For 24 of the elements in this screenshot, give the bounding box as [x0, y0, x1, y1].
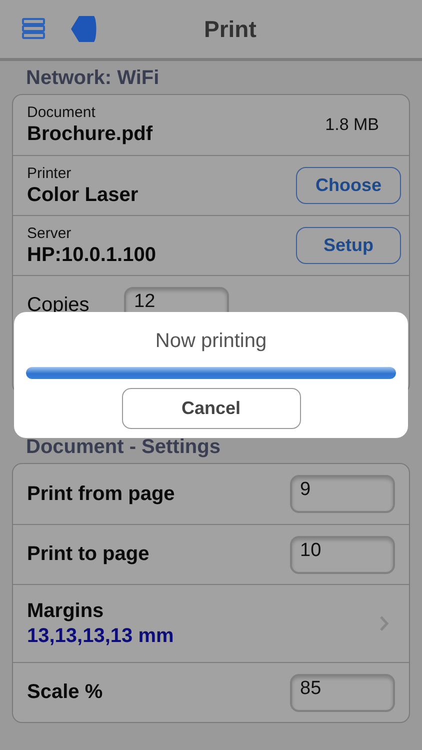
row-value: Brochure.pdf	[27, 123, 154, 146]
back-icon[interactable]	[70, 15, 98, 43]
row-value: 13,13,13,13 mm	[27, 624, 175, 648]
row-label: Server	[27, 224, 72, 242]
row-label: Print from page	[27, 482, 176, 506]
input-field[interactable]: 10	[290, 536, 395, 574]
row-value: Color Laser	[27, 184, 140, 206]
screen-title: Print	[204, 16, 256, 42]
chevron-icon[interactable]	[380, 616, 389, 631]
row-label: Copies	[27, 294, 90, 317]
cancel-button[interactable]: Cancel	[122, 388, 300, 429]
input-field[interactable]: 9	[290, 475, 395, 513]
input-field[interactable]: 85	[290, 674, 395, 712]
row-label: Document	[27, 104, 96, 121]
row-label: Margins	[27, 600, 105, 622]
row-label: Printer	[27, 164, 72, 182]
row-value: HP:10.0.1.100	[27, 244, 157, 266]
section-header: Document - Settings	[26, 436, 220, 459]
row-label: Scale %	[27, 681, 104, 704]
row-label: Print to page	[27, 543, 150, 566]
file-size: 1.8 MB	[325, 115, 379, 135]
dialog-title: Now printing	[155, 330, 267, 353]
section-header: Network: WiFi	[26, 67, 160, 90]
menu-icon[interactable]	[22, 18, 46, 40]
